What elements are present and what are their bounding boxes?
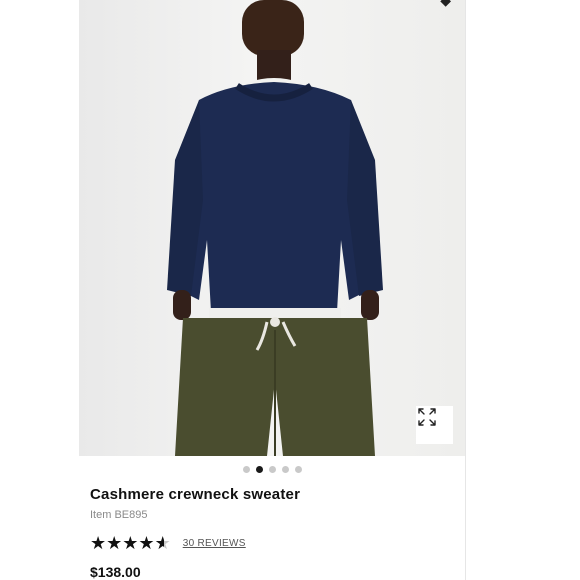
star-icon: ★ <box>106 533 123 553</box>
product-title: Cashmere crewneck sweater <box>90 486 301 503</box>
carousel-dot[interactable] <box>294 466 302 473</box>
carousel-dot[interactable] <box>281 466 289 473</box>
product-image[interactable]: ◆ <box>79 0 465 456</box>
cart-icon[interactable]: ◆ <box>440 0 451 9</box>
carousel-indicators <box>79 466 465 473</box>
carousel-dot[interactable] <box>268 466 276 473</box>
model-illustration <box>167 0 383 456</box>
star-rating: ★ ★ ★ ★ ★ <box>90 534 171 552</box>
expand-arrows-icon <box>418 408 436 426</box>
reviews-link[interactable]: 30 REVIEWS <box>183 538 246 549</box>
product-info: Cashmere crewneck sweater Item BE895 ★ ★… <box>90 486 455 580</box>
rating-row: ★ ★ ★ ★ ★ 30 REVIEWS <box>90 534 455 552</box>
expand-image-button[interactable] <box>416 406 453 444</box>
star-icon: ★ <box>122 533 139 553</box>
product-card: ◆ Cashmere crewneck sweater Item BE895 ★ <box>79 0 466 580</box>
item-number: Item BE895 <box>90 509 148 521</box>
half-star-icon: ★ <box>154 533 171 553</box>
carousel-dot[interactable] <box>242 466 250 473</box>
star-icon: ★ <box>90 533 107 553</box>
product-price: $138.00 <box>90 564 141 580</box>
carousel-dot-active[interactable] <box>255 466 263 473</box>
star-icon: ★ <box>138 533 155 553</box>
